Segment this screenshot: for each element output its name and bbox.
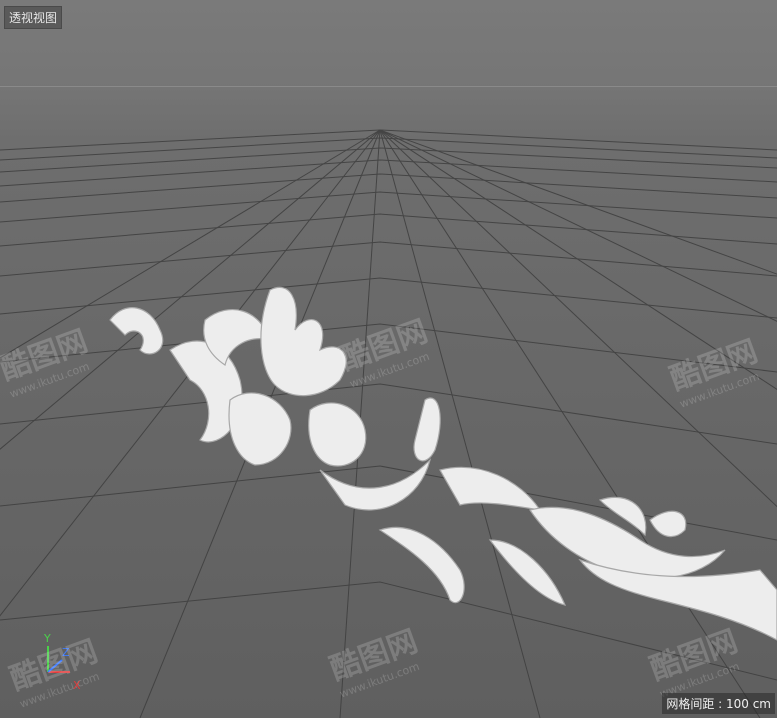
ornament-model (109, 286, 777, 641)
grid-spacing-readout: 网格间距 : 100 cm (662, 693, 775, 714)
perspective-viewport[interactable]: 透视视图 Y X Z 酷图网 www.ikutu.com 酷图网 www.iku… (0, 0, 777, 718)
